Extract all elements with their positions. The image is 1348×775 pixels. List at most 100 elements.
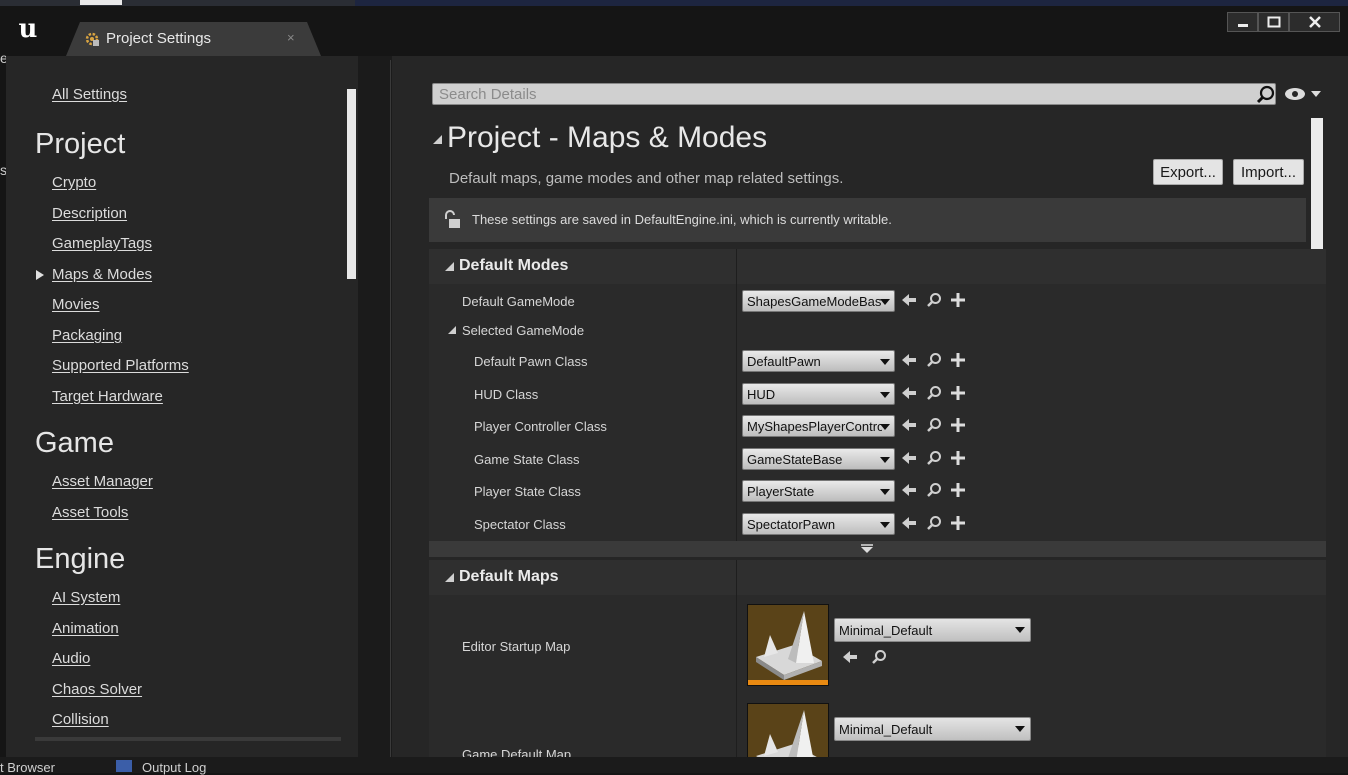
tab-label: Project Settings xyxy=(106,30,212,47)
settings-gear-icon xyxy=(85,32,99,46)
sidebar-item-all-settings[interactable]: All Settings xyxy=(52,86,127,103)
browse-search-icon[interactable] xyxy=(871,649,887,665)
dropdown-value: Minimal_Default xyxy=(839,722,933,737)
dropdown-value: Minimal_Default xyxy=(839,623,933,638)
settings-sidebar: All Settings Project Crypto Description … xyxy=(6,56,358,757)
sidebar-item-asset-tools[interactable]: Asset Tools xyxy=(52,504,128,521)
collapse-arrow-icon[interactable] xyxy=(448,326,456,334)
selected-arrow-icon xyxy=(36,270,44,280)
minimize-icon xyxy=(1237,24,1248,27)
default-pawn-class-add-plus-icon[interactable] xyxy=(950,352,966,368)
game-state-class-dropdown[interactable]: GameStateBase xyxy=(742,448,895,470)
section-header-default-maps[interactable]: Default Maps xyxy=(429,560,1326,595)
player-controller-class-label: Player Controller Class xyxy=(474,419,607,434)
search-box[interactable] xyxy=(432,83,1276,105)
default-pawn-class-label: Default Pawn Class xyxy=(474,354,588,369)
spectator-class-add-plus-icon[interactable] xyxy=(950,515,966,531)
sidebar-item-packaging[interactable]: Packaging xyxy=(52,327,122,344)
close-button[interactable] xyxy=(1289,12,1340,32)
minimize-button[interactable] xyxy=(1227,12,1258,32)
sidebar-item-audio[interactable]: Audio xyxy=(52,650,90,667)
tab-close-icon[interactable]: × xyxy=(287,30,295,45)
unlocked-padlock-icon xyxy=(445,210,460,228)
player-controller-class-add-plus-icon[interactable] xyxy=(950,417,966,433)
export-button[interactable]: Export... xyxy=(1153,159,1223,185)
collapse-arrow-icon[interactable] xyxy=(433,135,442,144)
default-gamemode-label: Default GameMode xyxy=(462,294,575,309)
tab-project-settings[interactable]: Project Settings × xyxy=(66,22,321,56)
map-thumbnail-icon xyxy=(756,710,817,757)
chevron-down-icon xyxy=(880,522,890,528)
hud-class-add-plus-icon[interactable] xyxy=(950,385,966,401)
view-options-eye-icon[interactable] xyxy=(1284,87,1322,101)
chevron-down-icon xyxy=(880,299,890,305)
player-controller-class-dropdown[interactable]: MyShapesPlayerController xyxy=(742,415,895,437)
map-thumbnail-icon xyxy=(756,611,822,680)
sidebar-item-crypto[interactable]: Crypto xyxy=(52,174,96,191)
game-state-class-browse-search-icon[interactable] xyxy=(926,450,942,466)
hud-class-dropdown[interactable]: HUD xyxy=(742,383,895,405)
sidebar-item-asset-manager[interactable]: Asset Manager xyxy=(52,473,153,490)
game-state-class-add-plus-icon[interactable] xyxy=(950,450,966,466)
sidebar-item-animation[interactable]: Animation xyxy=(52,620,119,637)
sidebar-item-collision[interactable]: Collision xyxy=(52,711,109,728)
expand-advanced-icon xyxy=(861,544,873,553)
notice-text: These settings are saved in DefaultEngin… xyxy=(472,212,892,227)
sidebar-item-ai-system[interactable]: AI System xyxy=(52,589,120,606)
asset-color-bar xyxy=(748,680,828,685)
default-pawn-class-use-selected-arrow-icon[interactable] xyxy=(901,352,917,368)
game-default-map-label: Game Default Map xyxy=(462,747,572,757)
default-maps-body: Editor Startup Map Minimal_Default Game … xyxy=(429,595,1326,757)
search-input[interactable] xyxy=(439,85,1249,103)
default-gamemode-browse-search-icon[interactable] xyxy=(926,292,942,308)
import-button[interactable]: Import... xyxy=(1233,159,1304,185)
sidebar-item-chaos-solver[interactable]: Chaos Solver xyxy=(52,681,142,698)
player-state-class-add-plus-icon[interactable] xyxy=(950,482,966,498)
default-pawn-class-dropdown[interactable]: DefaultPawn xyxy=(742,350,895,372)
player-state-class-dropdown[interactable]: PlayerState xyxy=(742,480,895,502)
title-bar[interactable]: u Project Settings × xyxy=(6,6,1348,56)
sidebar-item-gameplaytags[interactable]: GameplayTags xyxy=(52,235,152,252)
hud-class-browse-search-icon[interactable] xyxy=(926,385,942,401)
sidebar-item-maps-modes[interactable]: Maps & Modes xyxy=(52,266,152,283)
game-default-map-thumbnail[interactable] xyxy=(747,703,829,757)
default-pawn-class-browse-search-icon[interactable] xyxy=(926,352,942,368)
game-default-map-dropdown[interactable]: Minimal_Default xyxy=(834,717,1031,741)
sidebar-item-description[interactable]: Description xyxy=(52,205,127,222)
chevron-down-icon xyxy=(1015,627,1025,633)
player-state-class-browse-search-icon[interactable] xyxy=(926,482,942,498)
maximize-button[interactable] xyxy=(1258,12,1289,32)
default-modes-body: Default GameMode ShapesGameModeBase Sele… xyxy=(429,284,1326,541)
player-controller-class-use-selected-arrow-icon[interactable] xyxy=(901,417,917,433)
spectator-class-dropdown[interactable]: SpectatorPawn xyxy=(742,513,895,535)
chevron-down-icon xyxy=(1015,726,1025,732)
hud-class-use-selected-arrow-icon[interactable] xyxy=(901,385,917,401)
editor-startup-map-dropdown[interactable]: Minimal_Default xyxy=(834,618,1031,642)
dropdown-value: HUD xyxy=(747,387,776,402)
section-header-default-modes[interactable]: Default Modes xyxy=(429,249,1326,284)
spectator-class-browse-search-icon[interactable] xyxy=(926,515,942,531)
chevron-down-icon xyxy=(880,392,890,398)
search-icon[interactable] xyxy=(1256,85,1276,105)
default-gamemode-add-plus-icon[interactable] xyxy=(950,292,966,308)
sidebar-scrollbar[interactable] xyxy=(347,89,356,279)
default-gamemode-use-selected-arrow-icon[interactable] xyxy=(901,292,917,308)
sidebar-item-target-hardware[interactable]: Target Hardware xyxy=(52,388,163,405)
close-icon xyxy=(1308,16,1321,28)
spectator-class-use-selected-arrow-icon[interactable] xyxy=(901,515,917,531)
advanced-expander[interactable] xyxy=(429,541,1326,557)
category-project: Project xyxy=(35,128,126,160)
editor-startup-map-thumbnail[interactable] xyxy=(747,604,829,686)
game-state-class-use-selected-arrow-icon[interactable] xyxy=(901,450,917,466)
column-separator xyxy=(736,249,737,284)
panel-splitter[interactable] xyxy=(358,56,392,757)
player-state-class-use-selected-arrow-icon[interactable] xyxy=(901,482,917,498)
use-selected-arrow-icon[interactable] xyxy=(842,649,858,665)
chevron-down-icon xyxy=(880,457,890,463)
sidebar-item-movies[interactable]: Movies xyxy=(52,296,100,313)
default-gamemode-dropdown[interactable]: ShapesGameModeBase xyxy=(742,290,895,312)
player-controller-class-browse-search-icon[interactable] xyxy=(926,417,942,433)
output-log-icon xyxy=(116,760,132,772)
section-title: Default Maps xyxy=(459,568,559,585)
sidebar-item-supported-platforms[interactable]: Supported Platforms xyxy=(52,357,189,374)
